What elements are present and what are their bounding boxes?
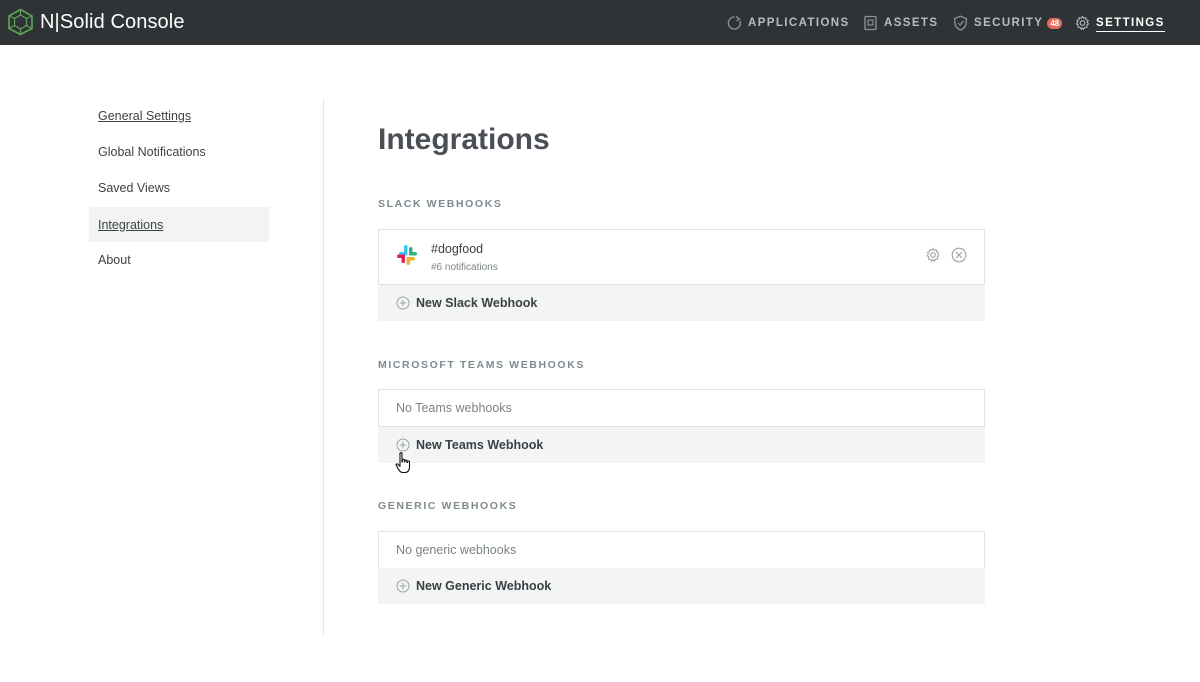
sidebar-item-label: Saved Views (98, 180, 171, 195)
page-title: Integrations (378, 123, 550, 156)
gear-icon[interactable] (925, 247, 941, 263)
cube-logo-icon (8, 8, 33, 36)
sidebar-item-label: Global Notifications (98, 144, 206, 159)
security-count-badge: 48 (1047, 17, 1063, 29)
nav-applications-label: APPLICATIONS (748, 17, 850, 29)
slack-section-heading: SLACK WEBHOOKS (378, 198, 503, 210)
slack-logo-icon (397, 245, 417, 265)
generic-webhooks-empty: No generic webhooks (378, 531, 985, 569)
nav-assets[interactable]: ASSETS (863, 13, 938, 33)
nav-applications[interactable]: APPLICATIONS (727, 13, 850, 33)
close-circle-icon[interactable] (951, 247, 967, 263)
teams-webhooks-empty: No Teams webhooks (378, 389, 985, 427)
new-slack-webhook-label: New Slack Webhook (416, 296, 538, 310)
teams-empty-text: No Teams webhooks (396, 401, 512, 415)
plus-circle-icon (396, 579, 410, 593)
sidebar-item-label: General Settings (98, 108, 192, 123)
sidebar-item-integrations[interactable]: Integrations (89, 207, 269, 242)
nav-assets-label: ASSETS (884, 17, 939, 29)
nav-settings[interactable]: SETTINGS (1075, 13, 1165, 33)
slack-webhook-notifications: #6 notifications (431, 262, 498, 273)
assets-icon (864, 15, 877, 31)
hand-pointer-icon (395, 452, 411, 474)
plus-circle-icon (396, 438, 410, 452)
sidebar-item-saved-views[interactable]: Saved Views (89, 170, 269, 205)
gear-icon (1075, 15, 1090, 31)
new-generic-webhook-label: New Generic Webhook (416, 579, 552, 593)
generic-empty-text: No generic webhooks (396, 543, 517, 557)
sidebar-item-general-settings[interactable]: General Settings (89, 98, 269, 133)
sidebar-divider (323, 99, 324, 636)
new-slack-webhook-button[interactable]: New Slack Webhook (378, 285, 985, 321)
sidebar-item-about[interactable]: About (89, 242, 269, 277)
nav-security-label: SECURITY (974, 17, 1044, 29)
app-title: N|Solid Console (40, 10, 185, 33)
generic-section-heading: GENERIC WEBHOOKS (378, 500, 518, 512)
teams-section-heading: MICROSOFT TEAMS WEBHOOKS (378, 359, 585, 371)
sidebar-item-global-notifications[interactable]: Global Notifications (89, 134, 269, 169)
shield-icon (953, 15, 968, 31)
brand[interactable]: N|Solid Console (7, 8, 185, 36)
nav-security[interactable]: SECURITY 48 (953, 13, 1063, 33)
new-teams-webhook-button[interactable]: New Teams Webhook (378, 427, 985, 463)
new-generic-webhook-button[interactable]: New Generic Webhook (378, 568, 985, 604)
plus-circle-icon (396, 296, 410, 310)
top-bar: N|Solid Console APPLICATIONS ASSETS SECU… (0, 0, 1200, 45)
sidebar-item-label: About (98, 252, 131, 267)
sidebar-item-label: Integrations (98, 217, 164, 232)
new-teams-webhook-label: New Teams Webhook (416, 438, 544, 452)
slack-webhook-name: #dogfood (431, 242, 484, 256)
slack-webhook-card: #dogfood #6 notifications (378, 229, 985, 285)
applications-icon (727, 15, 741, 30)
nav-settings-label: SETTINGS (1096, 17, 1165, 32)
